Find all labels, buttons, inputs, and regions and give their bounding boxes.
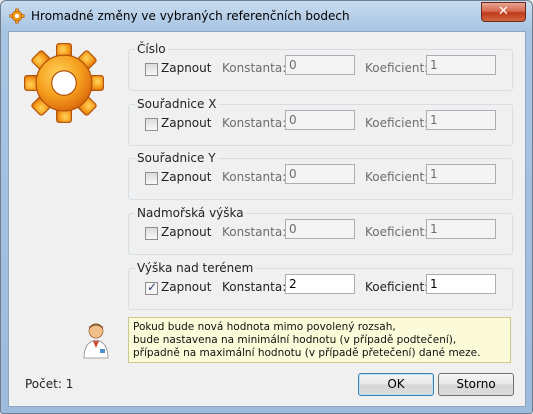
info-line: bude nastavena na minimální hodnotu (v p… bbox=[133, 334, 457, 346]
zapnout-checkbox[interactable] bbox=[145, 172, 158, 185]
constant-input[interactable] bbox=[285, 164, 355, 184]
group-souradnice-x: Souřadnice X Zapnout Konstanta: Koeficie… bbox=[128, 97, 513, 146]
group-vyska-nad-terenem: Výška nad terénem ✓ Zapnout Konstanta: K… bbox=[128, 261, 513, 310]
ok-button[interactable]: OK bbox=[358, 373, 434, 396]
constant-input[interactable] bbox=[285, 55, 355, 75]
group-souradnice-y: Souřadnice Y Zapnout Konstanta: Koeficie… bbox=[128, 151, 513, 200]
window-title: Hromadné změny ve vybraných referenčních… bbox=[31, 9, 350, 23]
info-line: případně na maximální hodnotu (v případě… bbox=[133, 347, 481, 359]
checkbox-label[interactable]: Zapnout bbox=[161, 225, 211, 239]
info-line: Pokud bude nová hodnota mimo povolený ro… bbox=[133, 321, 396, 333]
checkbox-label[interactable]: Zapnout bbox=[161, 61, 211, 75]
close-button[interactable]: ✕ bbox=[481, 2, 526, 22]
title-bar[interactable]: Hromadné změny ve vybraných referenčních… bbox=[1, 1, 532, 31]
coefficient-label: Koeficient: bbox=[365, 280, 429, 294]
dialog-body: Číslo Zapnout Konstanta: Koeficient: Sou… bbox=[8, 31, 526, 407]
coefficient-input[interactable] bbox=[426, 55, 496, 75]
zapnout-checkbox[interactable]: ✓ bbox=[145, 280, 158, 295]
coefficient-input[interactable] bbox=[426, 219, 496, 239]
constant-label: Konstanta: bbox=[222, 225, 287, 239]
constant-input[interactable] bbox=[285, 274, 355, 294]
user-icon bbox=[83, 323, 109, 359]
constant-label: Konstanta: bbox=[222, 61, 287, 75]
group-title: Číslo bbox=[135, 42, 168, 56]
check-mark-icon: ✓ bbox=[147, 280, 158, 294]
group-title: Nadmořská výška bbox=[135, 206, 246, 220]
coefficient-label: Koeficient: bbox=[365, 170, 429, 184]
cancel-button[interactable]: Storno bbox=[438, 373, 514, 396]
checkbox-label[interactable]: Zapnout bbox=[161, 170, 211, 184]
constant-label: Konstanta: bbox=[222, 170, 287, 184]
info-message: Pokud bude nová hodnota mimo povolený ro… bbox=[128, 317, 511, 363]
checkbox-label[interactable]: Zapnout bbox=[161, 116, 211, 130]
group-title: Výška nad terénem bbox=[135, 261, 256, 275]
group-nadmorska-vyska: Nadmořská výška Zapnout Konstanta: Koefi… bbox=[128, 206, 513, 255]
constant-input[interactable] bbox=[285, 219, 355, 239]
coefficient-label: Koeficient: bbox=[365, 61, 429, 75]
gear-icon bbox=[9, 8, 25, 24]
coefficient-input[interactable] bbox=[426, 164, 496, 184]
coefficient-label: Koeficient: bbox=[365, 116, 429, 130]
coefficient-label: Koeficient: bbox=[365, 225, 429, 239]
coefficient-input[interactable] bbox=[426, 274, 496, 294]
constant-input[interactable] bbox=[285, 110, 355, 130]
constant-label: Konstanta: bbox=[222, 280, 287, 294]
zapnout-checkbox[interactable] bbox=[145, 118, 158, 131]
checkbox-label[interactable]: Zapnout bbox=[161, 280, 211, 294]
zapnout-checkbox[interactable] bbox=[145, 63, 158, 76]
group-title: Souřadnice Y bbox=[135, 151, 218, 165]
constant-label: Konstanta: bbox=[222, 116, 287, 130]
group-cislo: Číslo Zapnout Konstanta: Koeficient: bbox=[128, 42, 513, 91]
gear-icon bbox=[24, 43, 104, 123]
zapnout-checkbox[interactable] bbox=[145, 227, 158, 240]
dialog-window: Hromadné změny ve vybraných referenčních… bbox=[0, 0, 533, 414]
coefficient-input[interactable] bbox=[426, 110, 496, 130]
group-title: Souřadnice X bbox=[135, 97, 219, 111]
count-label: Počet: 1 bbox=[25, 377, 74, 391]
